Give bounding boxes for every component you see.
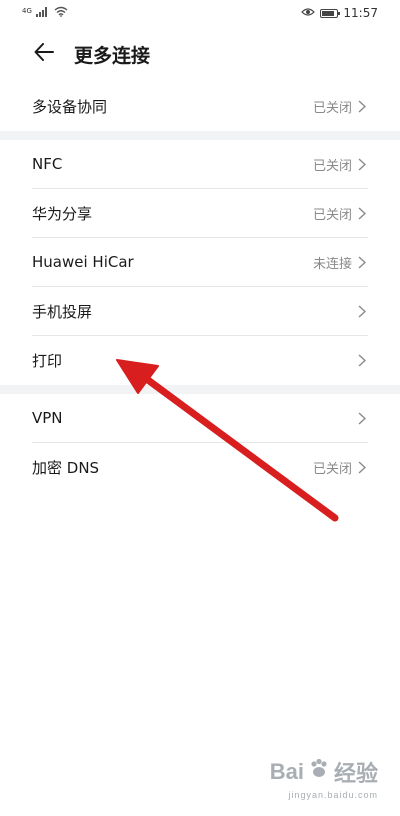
chevron-right-icon <box>358 354 368 368</box>
setting-label: 加密 DNS <box>32 459 100 477</box>
setting-row-nfc[interactable]: NFC 已关闭 <box>32 140 368 189</box>
status-bar-right: 11:57 <box>301 6 378 20</box>
setting-label: NFC <box>32 155 63 173</box>
wifi-icon <box>54 6 68 20</box>
setting-label: 华为分享 <box>32 204 93 223</box>
setting-label: 多设备协同 <box>32 98 108 116</box>
chevron-right-icon <box>358 157 368 171</box>
setting-label: 手机投屏 <box>32 302 93 321</box>
paw-icon <box>308 758 330 786</box>
watermark-url: jingyan.baidu.com <box>288 790 378 800</box>
setting-status: 已关闭 <box>312 207 352 223</box>
setting-label: Huawei HiCar <box>32 253 134 271</box>
setting-status: 未连接 <box>312 256 352 272</box>
setting-right: 已关闭 <box>313 97 368 116</box>
back-arrow-icon <box>34 43 54 65</box>
watermark: Bai 经验 jingyan.baidu.com <box>270 756 378 800</box>
setting-row-multi-device[interactable]: 多设备协同 已关闭 <box>32 82 368 131</box>
setting-right <box>352 304 368 318</box>
status-bar: 4G 11:57 <box>0 0 400 26</box>
status-bar-left: 4G <box>22 6 68 20</box>
setting-row-vpn[interactable]: VPN <box>32 394 368 443</box>
setting-label: VPN <box>32 409 63 427</box>
setting-row-encrypted-dns[interactable]: 加密 DNS 已关闭 <box>32 443 368 492</box>
chevron-right-icon <box>358 304 368 318</box>
setting-row-print[interactable]: 打印 <box>32 336 368 385</box>
section-divider <box>0 131 400 140</box>
watermark-brand: Bai <box>269 759 304 784</box>
chevron-right-icon <box>358 206 368 220</box>
eye-icon <box>301 6 316 20</box>
watermark-brand-suffix: 经验 <box>333 761 378 786</box>
watermark-logo: Bai 经验 <box>270 756 378 788</box>
signal-icon <box>35 6 50 20</box>
settings-group-3: VPN 加密 DNS 已关闭 <box>0 394 400 492</box>
setting-row-hicar[interactable]: Huawei HiCar 未连接 <box>32 238 368 287</box>
setting-row-screen-projection[interactable]: 手机投屏 <box>32 287 368 336</box>
settings-group-2: NFC 已关闭 华为分享 已关闭 Huawei HiCar 未连接 手机投屏 打… <box>0 140 400 385</box>
setting-label: 打印 <box>32 352 63 370</box>
setting-right: 已关闭 <box>313 458 368 477</box>
network-type-label: 4G <box>22 7 32 15</box>
chevron-right-icon <box>358 100 368 114</box>
page-header: 更多连接 <box>0 28 400 80</box>
setting-right <box>352 411 368 425</box>
setting-status: 已关闭 <box>312 158 352 174</box>
settings-group-1: 多设备协同 已关闭 <box>0 82 400 131</box>
status-time: 11:57 <box>343 6 378 20</box>
back-button[interactable] <box>24 34 64 74</box>
chevron-right-icon <box>358 411 368 425</box>
setting-right: 未连接 <box>313 253 368 272</box>
setting-status: 已关闭 <box>312 101 352 116</box>
page-title: 更多连接 <box>74 44 151 67</box>
setting-right: 已关闭 <box>313 204 368 223</box>
setting-right: 已关闭 <box>313 155 368 174</box>
battery-icon <box>320 8 341 18</box>
chevron-right-icon <box>358 461 368 475</box>
section-divider <box>0 385 400 394</box>
setting-status: 已关闭 <box>312 462 352 477</box>
setting-row-huawei-share[interactable]: 华为分享 已关闭 <box>32 189 368 238</box>
setting-right <box>352 354 368 368</box>
chevron-right-icon <box>358 255 368 269</box>
